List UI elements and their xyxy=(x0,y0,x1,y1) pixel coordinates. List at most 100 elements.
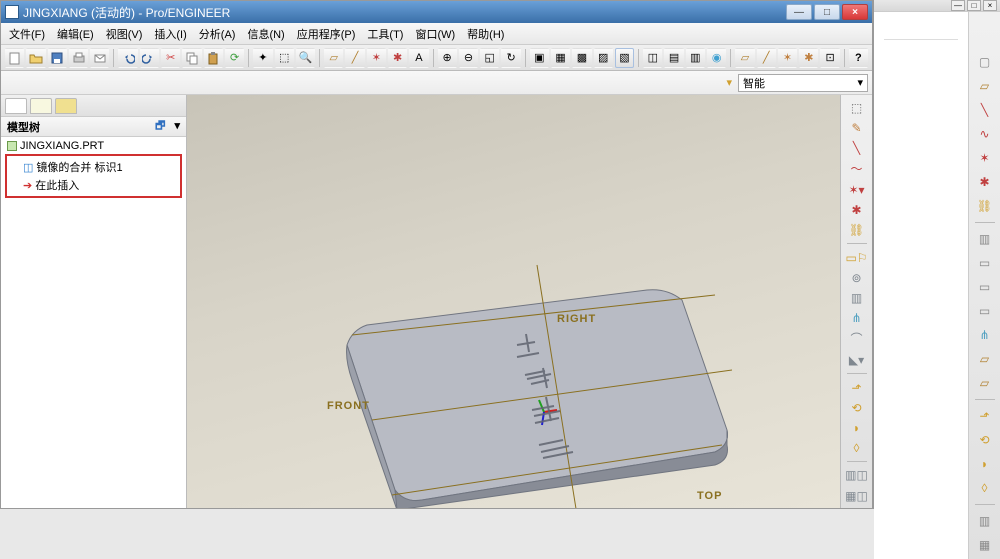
rtool-point-icon[interactable]: ✶▾ xyxy=(845,181,869,198)
rtool-chain-icon[interactable]: ⛓ xyxy=(845,221,869,238)
tool-regen-icon[interactable]: ⟳ xyxy=(225,48,244,68)
tool-model-icon[interactable]: ▥ xyxy=(686,48,705,68)
tool-help-icon[interactable]: ? xyxy=(849,48,868,68)
menu-info[interactable]: 信息(N) xyxy=(243,24,288,44)
sec-close-button[interactable]: × xyxy=(983,0,997,11)
rtool-sweep-icon[interactable]: ◗ xyxy=(845,419,869,436)
sec-tool-box3-icon[interactable]: ▭ xyxy=(973,277,997,297)
menu-insert[interactable]: 插入(I) xyxy=(150,24,190,44)
sec-tool-para-icon[interactable]: ▱ xyxy=(973,349,997,369)
tool-zoom-in-icon[interactable]: ⊕ xyxy=(438,48,457,68)
rtool-edit-icon[interactable]: ✎ xyxy=(845,119,869,136)
minimize-button[interactable]: — xyxy=(786,4,812,20)
rtool-draft-icon[interactable]: ⋔ xyxy=(845,309,869,326)
rtool-sketch-icon[interactable]: ⬚ xyxy=(845,99,869,116)
tool-csys-disp-icon[interactable]: ✱ xyxy=(799,48,818,68)
rtool-flag-icon[interactable]: ▭⚐ xyxy=(845,249,869,266)
secondary-field[interactable] xyxy=(884,18,958,40)
selection-filter-dropdown[interactable]: 智能 ▾ xyxy=(738,74,868,92)
tool-undo-icon[interactable] xyxy=(118,48,137,68)
rtool-mirror-icon[interactable]: ▥◫ xyxy=(845,467,869,484)
sec-tool-line-icon[interactable]: ╲ xyxy=(973,100,997,120)
sec-tool-plane-icon[interactable]: ▱ xyxy=(973,76,997,96)
menu-analyze[interactable]: 分析(A) xyxy=(195,24,240,44)
tool-annot-disp-icon[interactable]: ⊡ xyxy=(820,48,839,68)
tool-axis-disp-icon[interactable]: ╱ xyxy=(757,48,776,68)
sec-tool-ext-icon[interactable]: ⬏ xyxy=(973,406,997,426)
tree-item-insert-here[interactable]: ➔ 在此插入 xyxy=(21,176,178,194)
menu-tools[interactable]: 工具(T) xyxy=(363,24,407,44)
tool-copy-icon[interactable] xyxy=(182,48,201,68)
sec-tool-rev-icon[interactable]: ⟲ xyxy=(973,430,997,450)
menu-file[interactable]: 文件(F) xyxy=(5,24,49,44)
3d-viewport[interactable]: FRONT RIGHT TOP xyxy=(187,95,840,508)
tool-datum-point-icon[interactable]: ✶ xyxy=(367,48,386,68)
tool-select-icon[interactable]: ⬚ xyxy=(275,48,294,68)
tool-find-icon[interactable]: 🔍 xyxy=(296,48,315,68)
sec-tool-box2-icon[interactable]: ▭ xyxy=(973,253,997,273)
tool-cut-icon[interactable]: ✂ xyxy=(161,48,180,68)
tree-menu-icon[interactable]: ▾ xyxy=(174,120,180,132)
sec-tool-bln-icon[interactable]: ◊ xyxy=(973,478,997,498)
sec-tool-draft-icon[interactable]: ⋔ xyxy=(973,325,997,345)
tool-datum-csys-icon[interactable]: ✱ xyxy=(388,48,407,68)
sec-tool-box4-icon[interactable]: ▭ xyxy=(973,301,997,321)
sec-tool-curve-icon[interactable]: ∿ xyxy=(973,124,997,144)
rtool-round-icon[interactable]: ⌒ xyxy=(845,329,869,348)
tool-nohidden-icon[interactable]: ▩ xyxy=(572,48,591,68)
sidebar-tab-favorites[interactable] xyxy=(55,98,77,114)
rtool-shell-icon[interactable]: ▥ xyxy=(845,289,869,306)
tool-plane-disp-icon[interactable]: ▱ xyxy=(735,48,754,68)
rtool-line-icon[interactable]: ╲ xyxy=(845,139,869,156)
tool-hidden-icon[interactable]: ▦ xyxy=(551,48,570,68)
rtool-spline-icon[interactable]: ～ xyxy=(845,159,869,178)
tool-save-icon[interactable] xyxy=(48,48,67,68)
menu-help[interactable]: 帮助(H) xyxy=(463,24,508,44)
tool-open-icon[interactable] xyxy=(26,48,45,68)
tool-datum-plane-icon[interactable]: ▱ xyxy=(324,48,343,68)
rtool-chamfer-icon[interactable]: ◣▾ xyxy=(845,351,869,368)
maximize-button[interactable]: □ xyxy=(814,4,840,20)
sidebar-tab-layer[interactable] xyxy=(30,98,52,114)
tool-redo-icon[interactable] xyxy=(140,48,159,68)
rtool-revolve-icon[interactable]: ⟲ xyxy=(845,399,869,416)
menu-view[interactable]: 视图(V) xyxy=(102,24,147,44)
tool-view-mgr-icon[interactable]: ◫ xyxy=(643,48,662,68)
tool-new-icon[interactable] xyxy=(5,48,24,68)
tool-point-disp-icon[interactable]: ✶ xyxy=(778,48,797,68)
rtool-hole-icon[interactable]: ⊚ xyxy=(845,269,869,286)
sec-tool-mir-icon[interactable]: ▥ xyxy=(973,511,997,531)
tool-appearance-icon[interactable]: ◉ xyxy=(707,48,726,68)
sec-tool-point-icon[interactable]: ✶ xyxy=(973,148,997,168)
rtool-csys-icon[interactable]: ✱ xyxy=(845,201,869,218)
menu-edit[interactable]: 编辑(E) xyxy=(53,24,98,44)
menu-window[interactable]: 窗口(W) xyxy=(411,24,459,44)
rtool-pattern-icon[interactable]: ▦◫ xyxy=(845,487,869,504)
tool-center-icon[interactable]: ✦ xyxy=(253,48,272,68)
sec-tool-csys-icon[interactable]: ✱ xyxy=(973,172,997,192)
tool-wireframe-icon[interactable]: ▣ xyxy=(530,48,549,68)
sec-tool-rect-icon[interactable]: ▥ xyxy=(973,229,997,249)
sec-tool-chain-icon[interactable]: ⛓ xyxy=(973,196,997,216)
rtool-blend-icon[interactable]: ◊ xyxy=(845,439,869,456)
tool-zoom-out-icon[interactable]: ⊖ xyxy=(459,48,478,68)
rtool-extrude-icon[interactable]: ⬏ xyxy=(845,379,869,396)
tool-datum-axis-icon[interactable]: ╱ xyxy=(345,48,364,68)
tool-paste-icon[interactable] xyxy=(204,48,223,68)
tool-annot-icon[interactable]: A xyxy=(409,48,428,68)
tool-print-icon[interactable] xyxy=(69,48,88,68)
tool-shaded-edges-icon[interactable]: ▧ xyxy=(615,48,634,68)
sec-max-button[interactable]: □ xyxy=(967,0,981,11)
tool-layers-icon[interactable]: ▤ xyxy=(664,48,683,68)
sec-tool-para2-icon[interactable]: ▱ xyxy=(973,373,997,393)
sec-min-button[interactable]: — xyxy=(951,0,965,11)
sec-tool-page-icon[interactable]: ▢ xyxy=(973,52,997,72)
close-button[interactable]: × xyxy=(842,4,868,20)
sec-tool-swp-icon[interactable]: ◗ xyxy=(973,454,997,474)
tree-root-item[interactable]: JINGXIANG.PRT xyxy=(5,139,182,153)
tree-item-mirror[interactable]: ◫ 镜像的合并 标识1 xyxy=(21,158,178,176)
sec-tool-pat-icon[interactable]: ▦ xyxy=(973,535,997,555)
tree-toggle-icon[interactable]: 🗗 xyxy=(155,120,165,132)
tool-orient-icon[interactable]: ↻ xyxy=(501,48,520,68)
secondary-viewport[interactable] xyxy=(874,12,968,559)
